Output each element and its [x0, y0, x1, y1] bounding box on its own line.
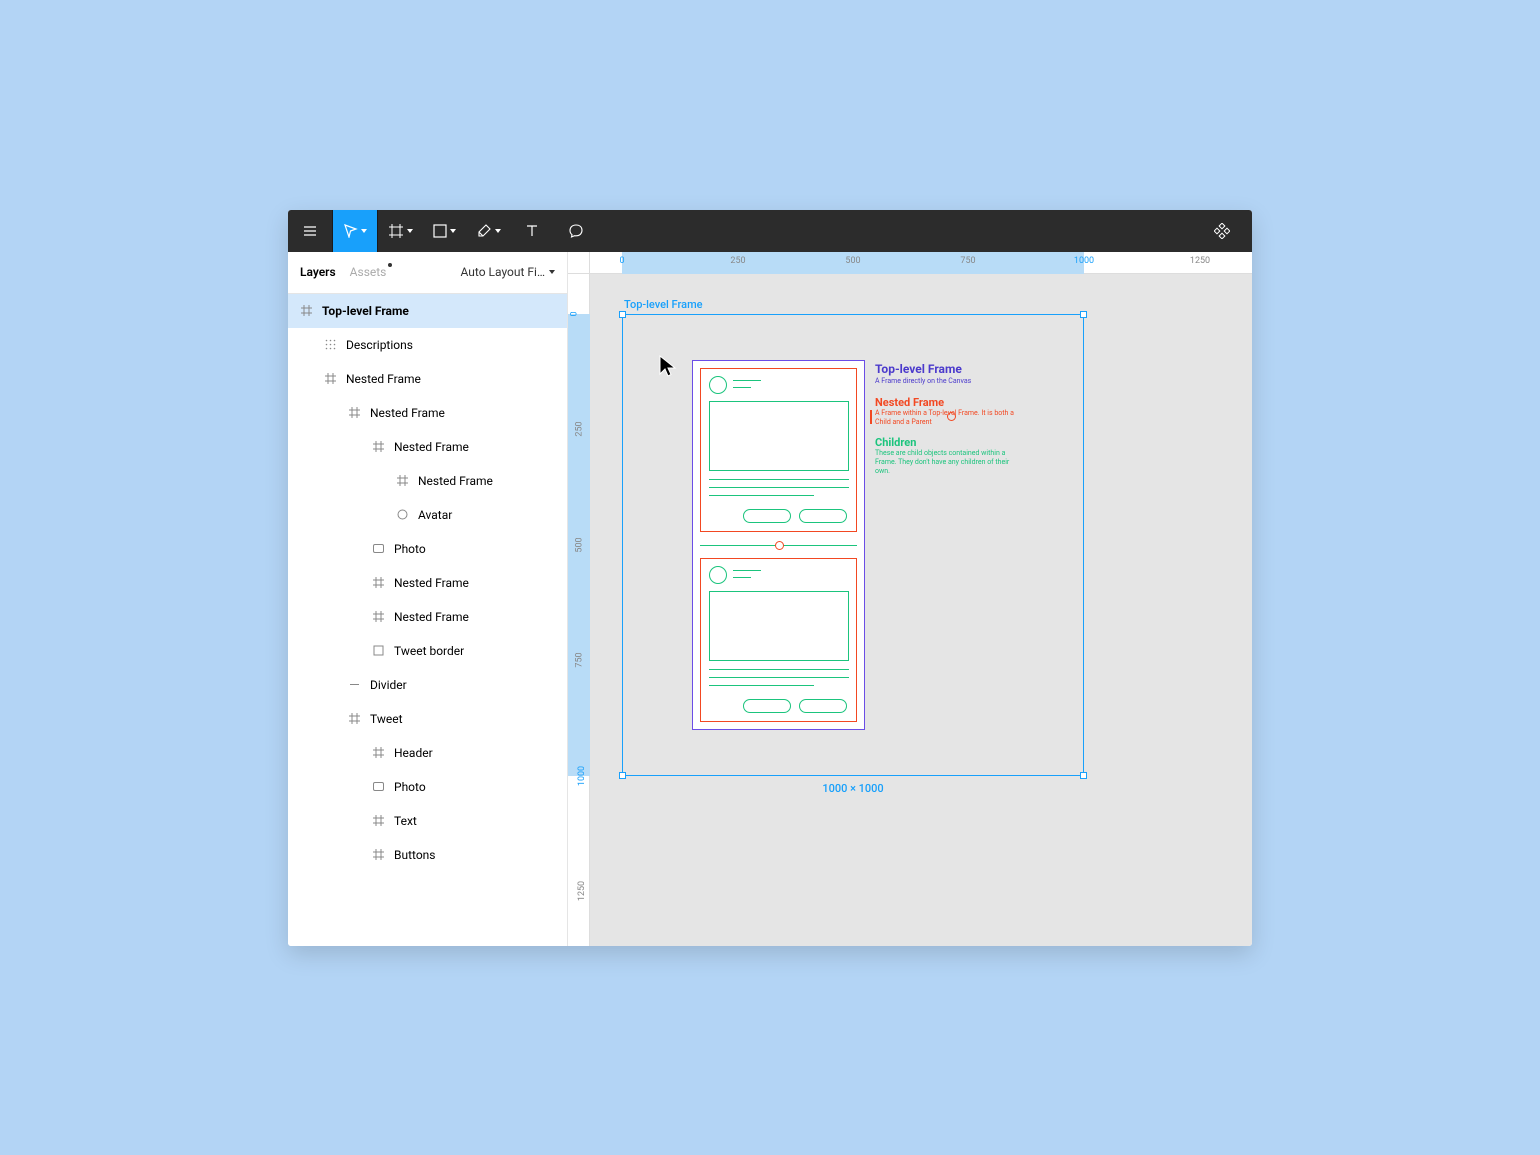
page-selector[interactable]: Auto Layout Fi…: [461, 265, 555, 279]
image-icon: [370, 541, 386, 557]
comment-tool[interactable]: [554, 210, 598, 252]
layer-label: Tweet: [370, 712, 403, 726]
layer-item[interactable]: Tweet: [288, 702, 567, 736]
layer-label: Avatar: [418, 508, 452, 522]
annotation-children: Children These are child objects contain…: [875, 436, 1015, 476]
menu-button[interactable]: [288, 210, 332, 252]
layer-label: Nested Frame: [394, 576, 469, 590]
frame-icon: [370, 847, 386, 863]
image-icon: [370, 779, 386, 795]
frame-icon: [346, 405, 362, 421]
canvas-area[interactable]: 0 250 500 750 1000 1250 0 250 500 750 10…: [568, 252, 1252, 946]
components-button[interactable]: [1200, 210, 1244, 252]
layer-label: Nested Frame: [394, 610, 469, 624]
layer-item[interactable]: Buttons: [288, 838, 567, 872]
layer-item[interactable]: Photo: [288, 770, 567, 804]
layer-item[interactable]: Nested Frame: [288, 566, 567, 600]
layer-item[interactable]: Nested Frame: [288, 396, 567, 430]
ellipse-icon: [394, 507, 410, 523]
layer-item[interactable]: Nested Frame: [288, 362, 567, 396]
top-toolbar: [288, 210, 1252, 252]
layer-label: Top-level Frame: [322, 304, 409, 318]
app-window: Layers Assets Auto Layout Fi… Top-level …: [288, 210, 1252, 946]
layer-item[interactable]: Nested Frame: [288, 600, 567, 634]
ruler-corner: [568, 252, 590, 274]
shape-tool[interactable]: [422, 210, 466, 252]
left-sidebar: Layers Assets Auto Layout Fi… Top-level …: [288, 252, 568, 946]
layer-label: Text: [394, 814, 417, 828]
layer-item[interactable]: Top-level Frame: [288, 294, 567, 328]
frame-icon: [370, 609, 386, 625]
layer-label: Descriptions: [346, 338, 413, 352]
layer-item[interactable]: Text: [288, 804, 567, 838]
cursor-icon: [658, 354, 682, 382]
layer-item[interactable]: Avatar: [288, 498, 567, 532]
layer-item[interactable]: Tweet border: [288, 634, 567, 668]
tab-assets[interactable]: Assets: [350, 265, 387, 279]
frame-icon: [370, 813, 386, 829]
frame-tool[interactable]: [378, 210, 422, 252]
frame-icon: [370, 745, 386, 761]
move-tool[interactable]: [333, 210, 377, 252]
line-icon: [346, 677, 362, 693]
frame-label[interactable]: Top-level Frame: [624, 298, 703, 311]
pen-tool[interactable]: [466, 210, 510, 252]
frame-icon: [346, 711, 362, 727]
annotation-nested-frame: Nested Frame A Frame within a Top-level …: [875, 396, 1015, 427]
ruler-vertical: 0 250 500 750 1000 1250: [568, 274, 590, 946]
frame-icon: [298, 303, 314, 319]
layer-label: Tweet border: [394, 644, 464, 658]
mock-card-1: [700, 368, 857, 532]
group-icon: [322, 337, 338, 353]
frame-icon: [322, 371, 338, 387]
layer-item[interactable]: Descriptions: [288, 328, 567, 362]
mock-card-2: [700, 558, 857, 722]
frame-icon: [370, 439, 386, 455]
layer-label: Nested Frame: [394, 440, 469, 454]
frame-icon: [370, 575, 386, 591]
layer-label: Nested Frame: [346, 372, 421, 386]
rect-icon: [370, 643, 386, 659]
selection-dimensions: 1000 × 1000: [622, 782, 1084, 795]
layers-panel: Top-level Frame Descriptions Nested Frame N…: [288, 294, 567, 946]
layer-item[interactable]: Nested Frame: [288, 464, 567, 498]
layer-label: Nested Frame: [370, 406, 445, 420]
text-tool[interactable]: [510, 210, 554, 252]
tab-layers[interactable]: Layers: [300, 265, 336, 279]
layer-item[interactable]: Divider: [288, 668, 567, 702]
layer-label: Photo: [394, 542, 426, 556]
layer-label: Buttons: [394, 848, 436, 862]
mock-top-frame: [692, 360, 865, 730]
layer-item[interactable]: Nested Frame: [288, 430, 567, 464]
layer-label: Photo: [394, 780, 426, 794]
layer-label: Nested Frame: [418, 474, 493, 488]
annotation-top-frame: Top-level Frame A Frame directly on the …: [875, 362, 971, 386]
layer-item[interactable]: Header: [288, 736, 567, 770]
layer-label: Divider: [370, 678, 407, 692]
frame-icon: [394, 473, 410, 489]
layer-label: Header: [394, 746, 433, 760]
layer-item[interactable]: Photo: [288, 532, 567, 566]
ruler-horizontal: 0 250 500 750 1000 1250: [590, 252, 1252, 274]
